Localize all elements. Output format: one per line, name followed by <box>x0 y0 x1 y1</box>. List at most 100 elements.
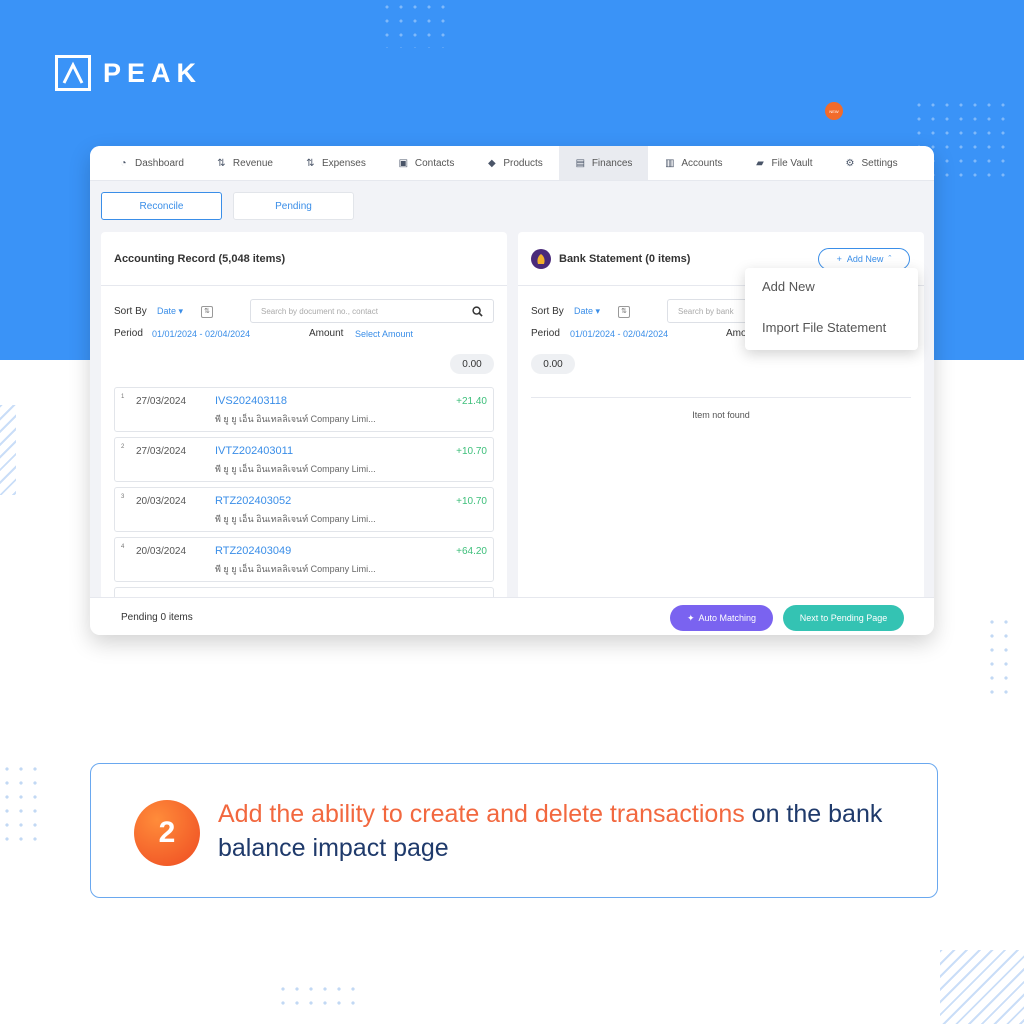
step-number: 2 <box>134 800 200 866</box>
total-amount: 0.00 <box>531 354 575 374</box>
nav-item-expenses[interactable]: ⇅ Expenses <box>289 146 382 180</box>
sort-select[interactable]: Date ▾ <box>157 306 183 317</box>
sort-value: Date <box>574 306 594 316</box>
record-amount: +64.20 <box>456 546 487 557</box>
nav-label: Contacts <box>414 157 455 169</box>
dot-pattern <box>985 615 1015 695</box>
empty-state-text: Item not found <box>692 410 750 420</box>
chevron-up-icon: ˆ <box>888 254 892 264</box>
folder-icon: ▰ <box>756 157 764 169</box>
contacts-icon: ▣ <box>398 157 409 169</box>
app-window: ◔ Dashboard ⇅ Revenue ⇅ Expenses ▣ Contacts … <box>90 146 934 635</box>
sort-order-icon[interactable]: ⇅ <box>618 306 630 318</box>
nav-label: Revenue <box>232 157 273 169</box>
products-icon: ◆ <box>487 157 496 169</box>
bank-logo-icon <box>531 248 551 269</box>
dropdown-item-import-file[interactable]: Import File Statement <box>762 320 886 335</box>
stripe-pattern <box>0 405 16 495</box>
nav-item-finances[interactable]: ▤ Finances <box>558 146 649 180</box>
callout-text: Add the ability to create and delete tra… <box>218 797 918 865</box>
record-date: 27/03/2024 <box>136 446 187 457</box>
record-doc-link[interactable]: IVS202403118 <box>215 395 287 407</box>
dot-pattern <box>0 762 44 842</box>
nav-item-dashboard[interactable]: ◔ Dashboard <box>102 146 200 180</box>
nav-item-contacts[interactable]: ▣ Contacts <box>382 146 470 180</box>
sort-select[interactable]: Date ▾ <box>574 306 600 317</box>
sort-label: Sort By <box>531 306 564 317</box>
tab-reconcile[interactable]: Reconcile <box>101 192 222 220</box>
dropdown-item-add-new[interactable]: Add New <box>762 279 815 294</box>
record-amount: +10.70 <box>456 496 487 507</box>
footer-bar: Pending 0 items ✦ Auto Matching Next to … <box>90 597 934 635</box>
view-tabs: Reconcile Pending <box>101 192 354 220</box>
nav-item-settings[interactable]: ⚙ Settings <box>828 146 913 180</box>
record-number: 1 <box>121 394 125 400</box>
record-amount: +21.40 <box>456 396 487 407</box>
feature-callout: 2 Add the ability to create and delete t… <box>90 763 938 898</box>
sort-label: Sort By <box>114 306 147 317</box>
nav-item-products[interactable]: ◆ Products <box>470 146 558 180</box>
nav-label: Products <box>503 157 543 169</box>
record-number: 4 <box>121 544 125 550</box>
nav-label: Dashboard <box>135 157 184 169</box>
nav-item-accounts[interactable]: ▥ Accounts <box>648 146 738 180</box>
brand-name: PEAK <box>103 57 203 88</box>
sort-order-icon[interactable]: ⇅ <box>201 306 213 318</box>
search-icon <box>472 305 483 317</box>
panel-title: Bank Statement (0 items) <box>559 252 691 265</box>
dashboard-icon: ◔ <box>120 157 127 169</box>
stripe-pattern <box>940 950 1024 1024</box>
callout-highlight: Add the ability to create and delete tra… <box>218 800 745 828</box>
filters: Sort By Date ▾ ⇅ Search by document no.,… <box>101 286 507 374</box>
logo-mark-icon <box>55 55 91 91</box>
sort-value: Date <box>157 306 177 316</box>
search-input[interactable]: Search by document no., contact <box>250 299 494 323</box>
search-placeholder: Search by document no., contact <box>261 306 378 316</box>
search-placeholder: Search by bank <box>678 306 734 316</box>
auto-matching-label: Auto Matching <box>698 613 757 623</box>
gear-icon: ⚙ <box>845 157 855 169</box>
record-contact: พี ยู ยู เอ็น อินเทลลิเจนท์ Company Limi… <box>215 414 376 424</box>
brand-logo: PEAK <box>55 55 202 91</box>
pending-count: Pending 0 items <box>121 612 193 623</box>
accounts-icon: ▥ <box>665 157 675 169</box>
nav-item-file-vault[interactable]: ▰ File Vault <box>739 146 829 180</box>
top-nav: ◔ Dashboard ⇅ Revenue ⇅ Expenses ▣ Contacts … <box>90 146 934 181</box>
period-value[interactable]: 01/01/2024 - 02/04/2024 <box>570 329 668 339</box>
amount-select[interactable]: Select Amount <box>355 329 413 339</box>
record-doc-link[interactable]: RTZ202403052 <box>215 495 291 507</box>
record-number: 2 <box>121 444 125 450</box>
record-number: 3 <box>121 494 125 500</box>
list-item[interactable]: 1 27/03/2024 IVS202403118 พี ยู ยู เอ็น … <box>114 387 494 432</box>
tab-pending[interactable]: Pending <box>233 192 354 220</box>
next-pending-button[interactable]: Next to Pending Page <box>783 605 904 631</box>
period-label: Period <box>531 328 560 339</box>
record-contact: พี ยู ยู เอ็น อินเทลลิเจนท์ Company Limi… <box>215 464 376 474</box>
nav-label: Finances <box>591 157 633 169</box>
new-badge: NEW <box>825 102 843 120</box>
expenses-icon: ⇅ <box>306 157 315 169</box>
add-new-label: Add New <box>846 254 884 264</box>
dot-pattern <box>276 982 356 1012</box>
record-list: 1 27/03/2024 IVS202403118 พี ยู ยู เอ็น … <box>114 387 494 600</box>
nav-item-revenue[interactable]: ⇅ Revenue <box>200 146 289 180</box>
accounting-record-panel: Accounting Record (5,048 items) Sort By … <box>101 232 507 600</box>
record-date: 27/03/2024 <box>136 396 187 407</box>
chevron-down-icon: ▾ <box>595 306 601 316</box>
plus-icon: + <box>836 254 842 264</box>
list-item[interactable]: 4 20/03/2024 RTZ202403049 พี ยู ยู เอ็น … <box>114 537 494 582</box>
total-amount: 0.00 <box>450 354 494 374</box>
amount-label: Amount <box>309 328 344 339</box>
auto-matching-button[interactable]: ✦ Auto Matching <box>670 605 773 631</box>
record-doc-link[interactable]: RTZ202403049 <box>215 545 291 557</box>
list-item[interactable]: 3 20/03/2024 RTZ202403052 พี ยู ยู เอ็น … <box>114 487 494 532</box>
add-new-button[interactable]: + Add New ˆ <box>818 248 910 270</box>
record-date: 20/03/2024 <box>136 496 187 507</box>
period-label: Period <box>114 328 143 339</box>
revenue-icon: ⇅ <box>217 157 226 169</box>
period-value[interactable]: 01/01/2024 - 02/04/2024 <box>152 329 250 339</box>
add-new-dropdown: Add New Import File Statement <box>745 268 918 350</box>
record-doc-link[interactable]: IVTZ202403011 <box>215 445 293 457</box>
list-item[interactable]: 2 27/03/2024 IVTZ202403011 พี ยู ยู เอ็น… <box>114 437 494 482</box>
magic-wand-icon: ✦ <box>686 612 695 623</box>
